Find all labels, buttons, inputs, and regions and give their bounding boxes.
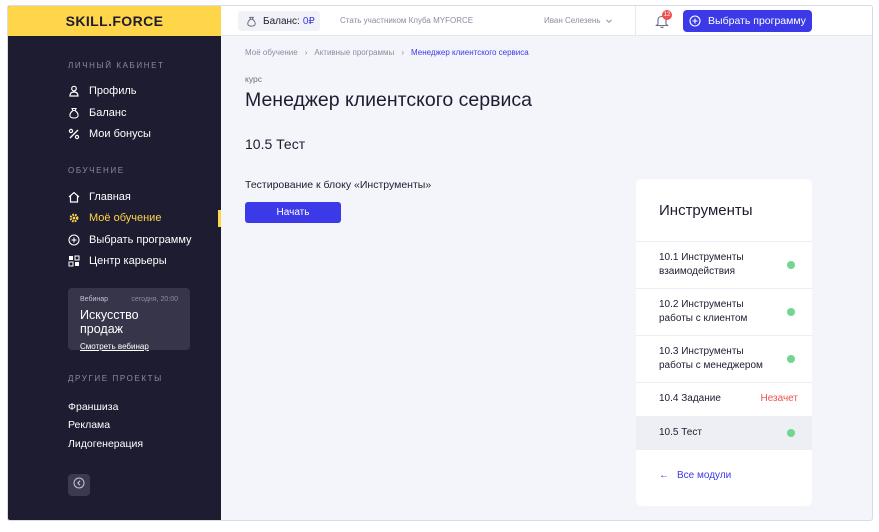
project-link-franchise[interactable]: Франшиза [68, 401, 118, 413]
gear-icon [68, 212, 80, 224]
section-title-other: Другие проекты [68, 374, 163, 383]
status-done-icon [787, 355, 795, 363]
home-icon [68, 191, 80, 203]
breadcrumb-separator-icon: › [304, 48, 308, 57]
top-header: Баланс: 0₽ Стать участником Клуба MYFORC… [221, 6, 872, 36]
sidebar: SKILL.FORCE Личный кабинет Профиль Балан… [8, 6, 221, 520]
status-done-icon [787, 261, 795, 269]
start-button[interactable]: Начать [245, 202, 341, 223]
sidebar-item-label: Центр карьеры [89, 255, 167, 267]
collapse-sidebar-button[interactable] [68, 474, 90, 496]
module-item[interactable]: 10.4 Задание Незачет [636, 382, 812, 416]
sidebar-item-career-center[interactable]: Центр карьеры [68, 252, 167, 270]
choose-program-button[interactable]: Выбрать программу [683, 10, 812, 32]
webinar-title: Искусство продаж [80, 308, 139, 336]
course-kind-label: курс [245, 74, 262, 84]
webinar-card: Вебинар сегодня, 20:00 Искусство продаж … [68, 288, 190, 351]
active-item-marker [218, 210, 221, 227]
sidebar-item-choose-program[interactable]: Выбрать программу [68, 231, 192, 249]
webinar-time: сегодня, 20:00 [131, 296, 178, 303]
arrow-left-icon: ← [659, 470, 669, 481]
user-icon [68, 85, 80, 97]
chevron-down-icon [605, 17, 613, 25]
career-icon [68, 255, 80, 267]
module-item[interactable]: 10.3 Инструменты работы с менеджером [636, 335, 812, 382]
task-description: Тестирование к блоку «Инструменты» [245, 179, 432, 191]
sidebar-item-balance[interactable]: Баланс [68, 104, 126, 122]
header-divider [635, 6, 636, 36]
balance-value: 0₽ [302, 15, 315, 27]
breadcrumb-current: Менеджер клиентского сервиса [410, 48, 529, 57]
join-club-link[interactable]: Стать участником Клуба MYFORCE [340, 16, 473, 25]
sidebar-item-label: Моё обучение [89, 212, 162, 224]
module-label: 10.5 Тест [659, 426, 702, 438]
webinar-label: Вебинар [80, 296, 109, 303]
all-modules-link[interactable]: ← Все модули [636, 449, 812, 501]
sidebar-item-my-learning[interactable]: Моё обучение [68, 209, 161, 227]
notifications-button[interactable]: 12 [655, 10, 672, 29]
choose-program-label: Выбрать программу [708, 15, 806, 27]
sidebar-item-label: Профиль [89, 85, 137, 97]
module-label: 10.1 Инструменты взаимодействия [659, 251, 744, 278]
module-item[interactable]: 10.1 Инструменты взаимодействия [636, 241, 812, 288]
page-title: Менеджер клиентского сервиса [245, 89, 532, 111]
sidebar-item-label: Выбрать программу [89, 234, 192, 246]
status-done-icon [787, 429, 795, 437]
section-title-personal: Личный кабинет [68, 61, 165, 70]
all-modules-label: Все модули [677, 470, 732, 481]
breadcrumb: Моё обучение › Активные программы › Мене… [245, 48, 529, 57]
panel-title: Инструменты [659, 202, 753, 219]
user-menu[interactable]: Иван Селезень [544, 16, 613, 25]
module-label: 10.4 Задание [659, 393, 721, 405]
module-item-active[interactable]: 10.5 Тест [636, 416, 812, 449]
project-link-ads[interactable]: Реклама [68, 419, 110, 431]
sidebar-item-profile[interactable]: Профиль [68, 82, 137, 100]
modules-panel: Инструменты 10.1 Инструменты взаимодейст… [636, 179, 812, 506]
plus-circle-icon [689, 15, 701, 27]
status-failed-label: Незачет [760, 393, 798, 405]
status-done-icon [787, 308, 795, 316]
project-link-leadgen[interactable]: Лидогенерация [68, 438, 143, 450]
section-title-learning: Обучение [68, 166, 125, 175]
percent-icon [68, 128, 80, 140]
watch-webinar-link[interactable]: Смотреть вебинар [80, 342, 149, 351]
module-item[interactable]: 10.2 Инструменты работы с клиентом [636, 288, 812, 335]
module-label: 10.2 Инструменты работы с клиентом [659, 298, 748, 325]
balance-widget[interactable]: Баланс: 0₽ [238, 11, 320, 31]
app-window: SKILL.FORCE Личный кабинет Профиль Балан… [7, 5, 873, 521]
logo[interactable]: SKILL.FORCE [8, 6, 221, 36]
sidebar-item-bonuses[interactable]: Мои бонусы [68, 125, 151, 143]
user-name: Иван Селезень [544, 16, 601, 25]
chevron-left-icon [73, 476, 85, 494]
breadcrumb-separator-icon: › [401, 48, 404, 57]
lesson-title: 10.5 Тест [245, 136, 306, 152]
sidebar-item-home[interactable]: Главная [68, 188, 131, 206]
sidebar-item-label: Баланс [89, 107, 127, 119]
notification-badge: 12 [662, 10, 672, 20]
sidebar-item-label: Главная [89, 191, 131, 203]
plus-circle-icon [68, 234, 80, 246]
breadcrumb-active-programs[interactable]: Активные программы [314, 48, 394, 57]
breadcrumb-my-learning[interactable]: Моё обучение [245, 48, 298, 57]
sidebar-item-label: Мои бонусы [89, 128, 151, 140]
money-bag-icon [246, 16, 257, 27]
module-label: 10.3 Инструменты работы с менеджером [659, 345, 763, 372]
money-bag-icon [68, 107, 80, 119]
balance-label: Баланс: [263, 15, 300, 27]
